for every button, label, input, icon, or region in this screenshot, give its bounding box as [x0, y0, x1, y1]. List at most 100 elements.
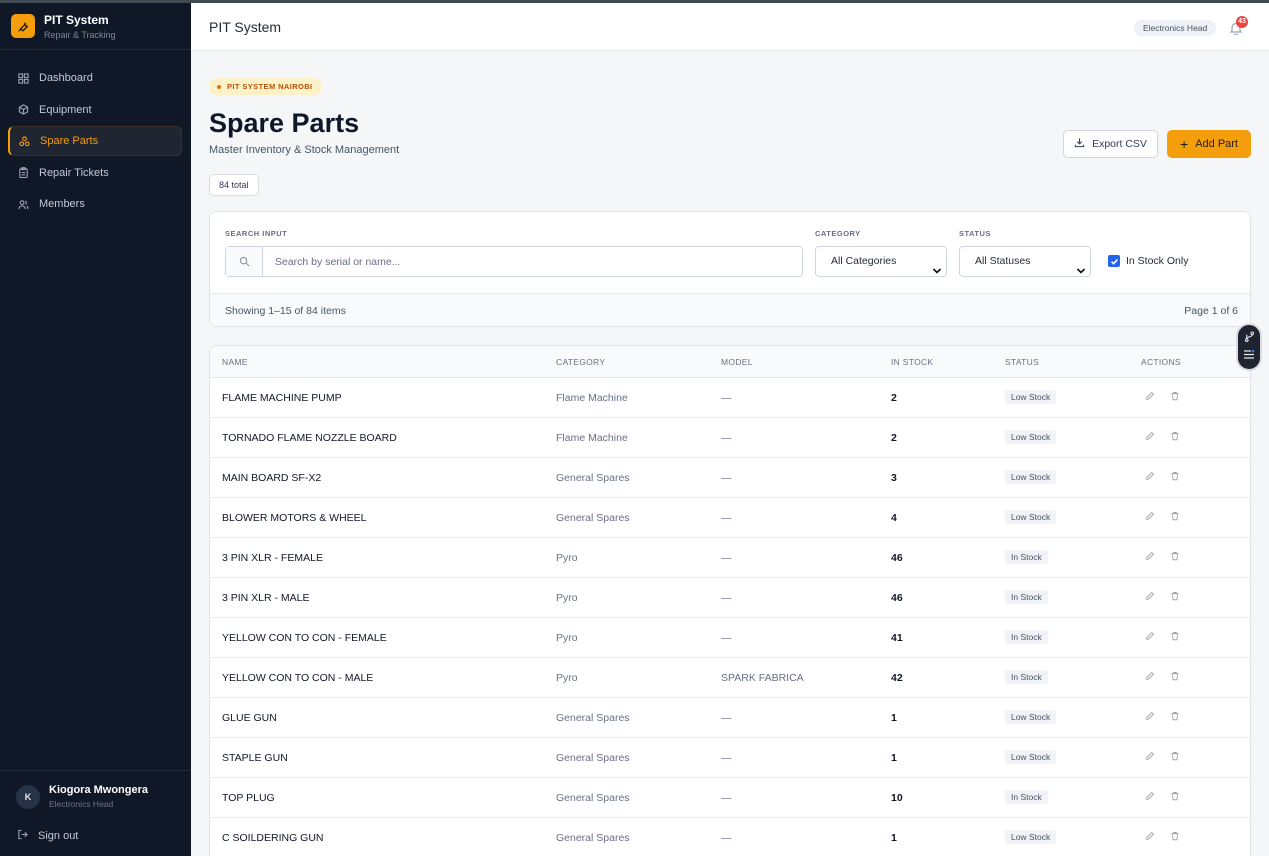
export-csv-label: Export CSV [1092, 138, 1147, 150]
in-stock-checkbox[interactable] [1108, 255, 1120, 267]
trash-icon[interactable] [1170, 391, 1180, 404]
edit-icon[interactable] [1145, 591, 1155, 604]
table-row[interactable]: YELLOW CON TO CON - MALE Pyro SPARK FABRIC… [210, 658, 1250, 698]
table-row[interactable]: TOP PLUG General Spares — 10 In Stock [210, 778, 1250, 818]
table-row[interactable]: STAPLE GUN General Spares — 1 Low Stock [210, 738, 1250, 778]
trash-icon[interactable] [1170, 711, 1180, 724]
edit-icon[interactable] [1145, 471, 1155, 484]
users-icon [18, 199, 29, 210]
trash-icon[interactable] [1170, 671, 1180, 684]
user-profile[interactable]: K Kiogora Mwongera Electronics Head [0, 771, 191, 809]
sidebar-item-label: Members [39, 198, 85, 210]
add-part-button[interactable]: + Add Part [1167, 130, 1251, 158]
table-row[interactable]: FLAME MACHINE PUMP Flame Machine — 2 Low Sto… [210, 378, 1250, 418]
table-row[interactable]: MAIN BOARD SF-X2 General Spares — 3 Low Stoc… [210, 458, 1250, 498]
cell-in-stock: 46 [891, 552, 903, 564]
cell-category: Flame Machine [556, 432, 628, 444]
edit-icon[interactable] [1145, 831, 1155, 844]
edit-icon[interactable] [1145, 631, 1155, 644]
export-csv-button[interactable]: Export CSV [1063, 130, 1158, 158]
trash-icon[interactable] [1170, 751, 1180, 764]
trash-icon[interactable] [1170, 591, 1180, 604]
sidebar-item-dashboard[interactable]: Dashboard [8, 63, 182, 93]
cell-name: TOP PLUG [222, 792, 275, 804]
edit-icon[interactable] [1145, 751, 1155, 764]
status-badge: Low Stock [1005, 510, 1057, 524]
floating-toolbar[interactable] [1236, 323, 1262, 371]
edit-icon[interactable] [1145, 711, 1155, 724]
table-row[interactable]: C SOILDERING GUN General Spares — 1 Low Stoc… [210, 818, 1250, 856]
table-row[interactable]: YELLOW CON TO CON - FEMALE Pyro — 41 In Stoc… [210, 618, 1250, 658]
sidebar-item-members[interactable]: Members [8, 189, 182, 219]
add-part-label: Add Part [1195, 138, 1238, 150]
sign-out-label: Sign out [38, 830, 79, 842]
edit-icon[interactable] [1145, 511, 1155, 524]
status-label: STATUS [959, 229, 991, 238]
role-chip: Electronics Head [1134, 20, 1217, 36]
branch-icon[interactable] [1244, 331, 1255, 345]
sidebar-nav: Dashboard Equipment Spare Parts Repair T… [0, 50, 191, 219]
table-row[interactable]: 3 PIN XLR - MALE Pyro — 46 In Stock [210, 578, 1250, 618]
top-header: PIT System Electronics Head 43 [191, 3, 1269, 51]
column-header-model[interactable]: MODEL [721, 357, 753, 367]
sidebar-item-repair-tickets[interactable]: Repair Tickets [8, 158, 182, 188]
cell-name: MAIN BOARD SF-X2 [222, 472, 322, 484]
trash-icon[interactable] [1170, 551, 1180, 564]
brand[interactable]: PIT System Repair & Tracking [0, 3, 191, 50]
column-header-name[interactable]: NAME [222, 357, 248, 367]
trash-icon[interactable] [1170, 791, 1180, 804]
trash-icon[interactable] [1170, 831, 1180, 844]
list-settings-icon[interactable] [1243, 349, 1255, 363]
cell-name: STAPLE GUN [222, 752, 288, 764]
cell-in-stock: 41 [891, 632, 903, 644]
chevron-down-icon [932, 258, 942, 287]
header-title: PIT System [209, 19, 282, 35]
search-icon [226, 247, 263, 276]
table-row[interactable]: BLOWER MOTORS & WHEEL General Spares — 4 Low… [210, 498, 1250, 538]
edit-icon[interactable] [1145, 791, 1155, 804]
edit-icon[interactable] [1145, 671, 1155, 684]
column-header-category[interactable]: CATEGORY [556, 357, 605, 367]
column-header-in-stock[interactable]: IN STOCK [891, 357, 933, 367]
clipboard-icon [18, 167, 29, 178]
edit-icon[interactable] [1145, 391, 1155, 404]
table-row[interactable]: GLUE GUN General Spares — 1 Low Stock [210, 698, 1250, 738]
chevron-down-icon [1076, 258, 1086, 287]
main-content: PIT SYSTEM NAIROBI Spare Parts Master In… [191, 51, 1269, 856]
cell-category: Flame Machine [556, 392, 628, 404]
cell-name: BLOWER MOTORS & WHEEL [222, 512, 367, 524]
sidebar-item-spare-parts[interactable]: Spare Parts [8, 126, 182, 156]
plus-icon: + [1180, 136, 1189, 152]
trash-icon[interactable] [1170, 431, 1180, 444]
cell-name: YELLOW CON TO CON - FEMALE [222, 632, 387, 644]
table-row[interactable]: TORNADO FLAME NOZZLE BOARD Flame Machine —… [210, 418, 1250, 458]
cell-in-stock: 1 [891, 752, 897, 764]
column-header-status[interactable]: STATUS [1005, 357, 1039, 367]
search-box [225, 246, 803, 277]
trash-icon[interactable] [1170, 471, 1180, 484]
edit-icon[interactable] [1145, 431, 1155, 444]
location-chip: PIT SYSTEM NAIROBI [209, 78, 322, 95]
sidebar-item-equipment[interactable]: Equipment [8, 95, 182, 125]
sidebar-item-label: Spare Parts [40, 135, 99, 147]
status-badge: Low Stock [1005, 470, 1057, 484]
sign-out-button[interactable]: Sign out [0, 809, 191, 843]
cell-category: General Spares [556, 752, 630, 764]
in-stock-only-toggle[interactable]: In Stock Only [1108, 255, 1188, 267]
notification-badge: 43 [1236, 16, 1248, 28]
status-select[interactable]: All Statuses [959, 246, 1091, 277]
category-select[interactable]: All Categories [815, 246, 947, 277]
trash-icon[interactable] [1170, 511, 1180, 524]
cell-in-stock: 46 [891, 592, 903, 604]
trash-icon[interactable] [1170, 631, 1180, 644]
user-role: Electronics Head [49, 799, 114, 809]
search-input[interactable] [263, 247, 802, 276]
table-row[interactable]: 3 PIN XLR - FEMALE Pyro — 46 In Stock [210, 538, 1250, 578]
location-chip-label: PIT SYSTEM NAIROBI [227, 82, 313, 91]
cell-model: — [721, 632, 732, 644]
filter-footer: Showing 1–15 of 84 items Page 1 of 6 [210, 293, 1250, 326]
edit-icon[interactable] [1145, 551, 1155, 564]
grid-icon [18, 72, 29, 84]
cell-name: GLUE GUN [222, 712, 277, 724]
sidebar-item-label: Dashboard [39, 72, 93, 84]
